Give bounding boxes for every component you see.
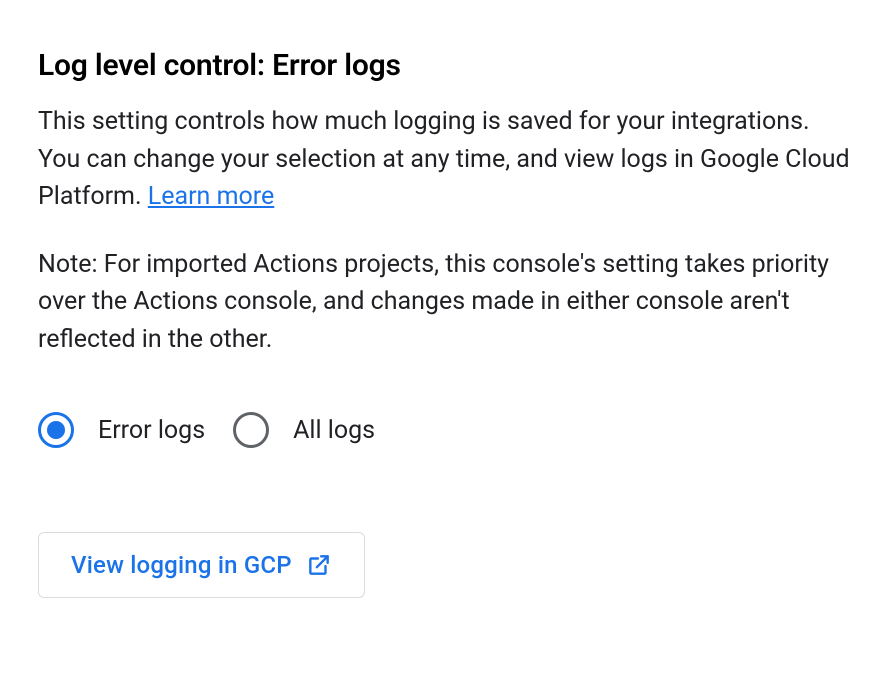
view-logging-label: View logging in GCP xyxy=(71,551,292,579)
radio-option-error-logs[interactable]: Error logs xyxy=(38,412,205,448)
radio-option-all-logs[interactable]: All logs xyxy=(233,412,375,448)
external-link-icon xyxy=(306,552,332,578)
radio-icon xyxy=(38,412,74,448)
section-heading: Log level control: Error logs xyxy=(38,48,856,83)
radio-icon xyxy=(233,412,269,448)
description-text: This setting controls how much logging i… xyxy=(38,103,856,216)
note-text: Note: For imported Actions projects, thi… xyxy=(38,246,856,359)
learn-more-link[interactable]: Learn more xyxy=(148,182,274,211)
radio-label-error-logs: Error logs xyxy=(98,416,205,445)
view-logging-button[interactable]: View logging in GCP xyxy=(38,532,365,598)
log-level-radio-group: Error logs All logs xyxy=(38,412,856,448)
radio-label-all-logs: All logs xyxy=(293,416,375,445)
